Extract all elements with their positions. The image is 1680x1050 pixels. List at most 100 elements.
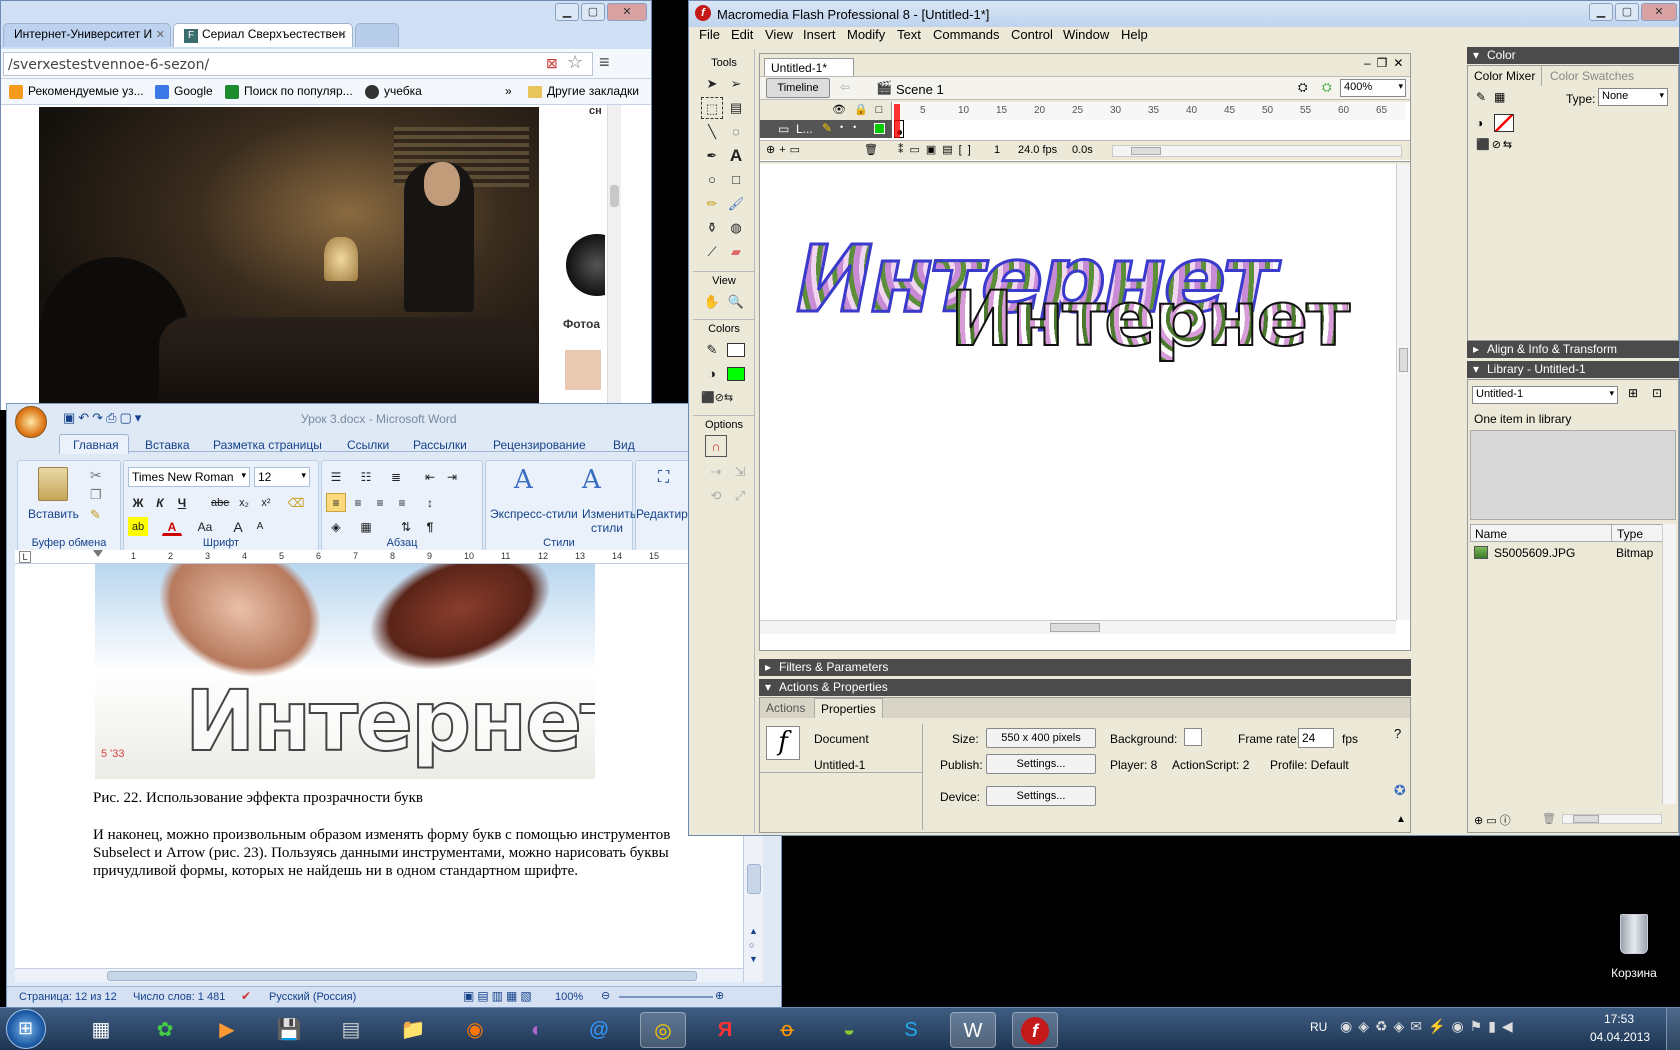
video-player[interactable] [39, 107, 539, 412]
language-status[interactable]: Русский (Россия) [269, 991, 356, 1003]
text-tool-icon[interactable]: A [725, 145, 747, 167]
library-buttons[interactable]: ⊕▭ⓘ [1474, 812, 1514, 828]
taskbar-word-icon[interactable]: W [950, 1012, 996, 1048]
zoom-slider[interactable] [619, 996, 713, 998]
taskbar-app-colorful-icon[interactable]: ▦ [78, 1012, 124, 1048]
eyedropper-icon[interactable]: ⟋ [701, 241, 723, 263]
bookmark-other[interactable]: Другие закладки [528, 84, 639, 98]
sort-icon[interactable]: ⇅ [396, 517, 416, 536]
publish-settings-button[interactable]: Settings... [986, 754, 1096, 774]
align-left-icon[interactable]: ≡ [326, 493, 346, 512]
new-library-icon[interactable]: ⊡ [1652, 386, 1662, 400]
font-color-icon[interactable]: A [162, 517, 182, 536]
bookmarks-overflow[interactable]: » [505, 84, 512, 98]
taskbar-explorer-icon[interactable]: 📁 [390, 1012, 436, 1048]
stroke-color-icon[interactable]: ✎ [1476, 90, 1486, 104]
edit-scene-icon[interactable]: ⛭ [1322, 80, 1332, 95]
taskbar-icq-icon[interactable]: ✿ [142, 1012, 188, 1048]
scrollbar-thumb[interactable] [747, 864, 761, 894]
paint-bucket-icon[interactable]: ◍ [725, 217, 747, 239]
library-panel-header[interactable]: ▾ Library - Untitled-1 [1467, 361, 1679, 378]
delete-layer-icon[interactable]: 🗑 [864, 143, 878, 156]
word-count[interactable]: Число слов: 1 481 [133, 991, 225, 1003]
background-swatch[interactable] [1184, 728, 1202, 746]
subselect-tool-icon[interactable]: ➢ [725, 73, 747, 95]
tab-home[interactable]: Главная [73, 438, 119, 452]
accessibility-icon[interactable]: ✪ [1394, 782, 1406, 799]
bookmark-ucheb[interactable]: учебка [365, 84, 422, 99]
playhead[interactable] [894, 104, 900, 138]
close-button[interactable]: ✕ [1641, 3, 1677, 21]
proofing-icon[interactable]: ✔ [241, 989, 251, 1003]
library-hscrollbar[interactable] [1562, 814, 1662, 824]
ruler[interactable]: L 1 2 3 4 5 6 7 8 9 10 11 12 13 14 15 [15, 550, 763, 564]
find-icon[interactable]: ⛶ [658, 469, 669, 487]
fill-type-select[interactable]: None ▾ [1598, 88, 1668, 106]
menu-control[interactable]: Control [1011, 27, 1053, 42]
taskbar-flash-icon[interactable]: f [1012, 1012, 1058, 1048]
taskbar-skype-icon[interactable]: S [888, 1012, 934, 1048]
font-name-select[interactable]: Times New Roman ▾ [128, 467, 250, 487]
copy-icon[interactable]: ❐ [90, 487, 102, 503]
scrollbar-thumb[interactable] [1131, 147, 1161, 155]
scrollbar-thumb[interactable] [107, 971, 697, 981]
minimize-button[interactable]: ▁ [555, 3, 579, 21]
maximize-button[interactable]: ▢ [581, 3, 605, 21]
collapse-icon[interactable]: ▲ [1396, 814, 1406, 825]
layer-row[interactable]: ▭ L... ✎ •• [760, 120, 892, 138]
oval-tool-icon[interactable]: ○ [701, 169, 723, 191]
zoom-tool-icon[interactable]: 🔍 [725, 291, 747, 313]
frame-rate-input[interactable]: 24 [1298, 728, 1334, 748]
size-button[interactable]: 550 x 400 pixels [986, 728, 1096, 748]
zoom-select[interactable]: 400% ▾ [1340, 79, 1406, 97]
blocked-popup-icon[interactable]: ⊠ [546, 55, 558, 72]
scrollbar-thumb[interactable] [1399, 348, 1408, 372]
tab-insert[interactable]: Вставка [145, 438, 190, 452]
back-arrow-icon[interactable]: ⇦ [840, 80, 850, 94]
layer-name[interactable]: L... [796, 122, 813, 136]
taskbar-firefox-icon[interactable]: ◉ [452, 1012, 498, 1048]
indent-marker[interactable] [93, 550, 103, 557]
start-button[interactable]: ⊞ [6, 1009, 46, 1049]
color-panel-header[interactable]: ▾ Color [1467, 47, 1679, 64]
taskbar-browser-icon[interactable]: ◐ [514, 1012, 560, 1048]
tab-review[interactable]: Рецензирование [493, 438, 586, 452]
ink-bottle-icon[interactable]: ⚱ [701, 217, 723, 239]
onion-skin-icons[interactable]: ⁑▭▣▤[] [898, 143, 977, 156]
office-button[interactable] [15, 406, 47, 438]
brush-tool-icon[interactable]: 🖌 [725, 193, 747, 215]
font-size-select[interactable]: 12 ▾ [254, 467, 310, 487]
tab-properties[interactable]: Properties [814, 698, 883, 718]
layer-header-icons[interactable]: 👁🔒□ [832, 103, 890, 116]
stroke-swatch-icon[interactable]: ▦ [1494, 90, 1505, 104]
stroke-color-swatch[interactable] [727, 343, 745, 357]
change-styles-button[interactable]: Изменить стили [582, 507, 636, 535]
multilevel-icon[interactable]: ≣ [386, 467, 406, 486]
numbering-icon[interactable]: ☷ [356, 467, 376, 486]
document-image[interactable]: Интернет 5 '33 [95, 564, 595, 779]
bookmark-google[interactable]: Google [155, 84, 213, 99]
tab-view[interactable]: Вид [613, 438, 635, 452]
align-center-icon[interactable]: ≡ [348, 493, 368, 512]
menu-help[interactable]: Help [1121, 27, 1148, 42]
menu-text[interactable]: Text [897, 27, 921, 42]
browser-tab-2[interactable]: F Сериал Сверхъестествен ✕ [173, 23, 353, 47]
increase-indent-icon[interactable]: ⇥ [442, 467, 462, 486]
clear-format-icon[interactable]: ⌫ [286, 493, 306, 512]
close-icon[interactable]: ✕ [338, 28, 347, 41]
align-panel-header[interactable]: ▸ Align & Info & Transform [1467, 341, 1679, 358]
cut-icon[interactable]: ✂ [90, 467, 102, 484]
change-case-button[interactable]: Aa [192, 517, 218, 536]
clock-time[interactable]: 17:53 [1604, 1012, 1634, 1026]
strikethrough-button[interactable]: abe [210, 493, 230, 512]
bold-button[interactable]: Ж [128, 493, 148, 512]
quick-styles-icon[interactable]: A [514, 465, 533, 495]
taskbar-save-icon[interactable]: 💾 [266, 1012, 312, 1048]
taskbar-odnoklassniki-icon[interactable]: ꝋ [764, 1012, 810, 1048]
address-input[interactable]: /sverxestestvennoe-6-sezon/ [3, 52, 593, 76]
tab-color-swatches[interactable]: Color Swatches [1550, 69, 1634, 83]
tab-layout[interactable]: Разметка страницы [213, 438, 322, 452]
gradient-transform-icon[interactable]: ▤ [725, 97, 747, 119]
horizontal-scrollbar[interactable] [15, 968, 743, 982]
taskbar-chrome-icon[interactable]: ◎ [640, 1012, 686, 1048]
